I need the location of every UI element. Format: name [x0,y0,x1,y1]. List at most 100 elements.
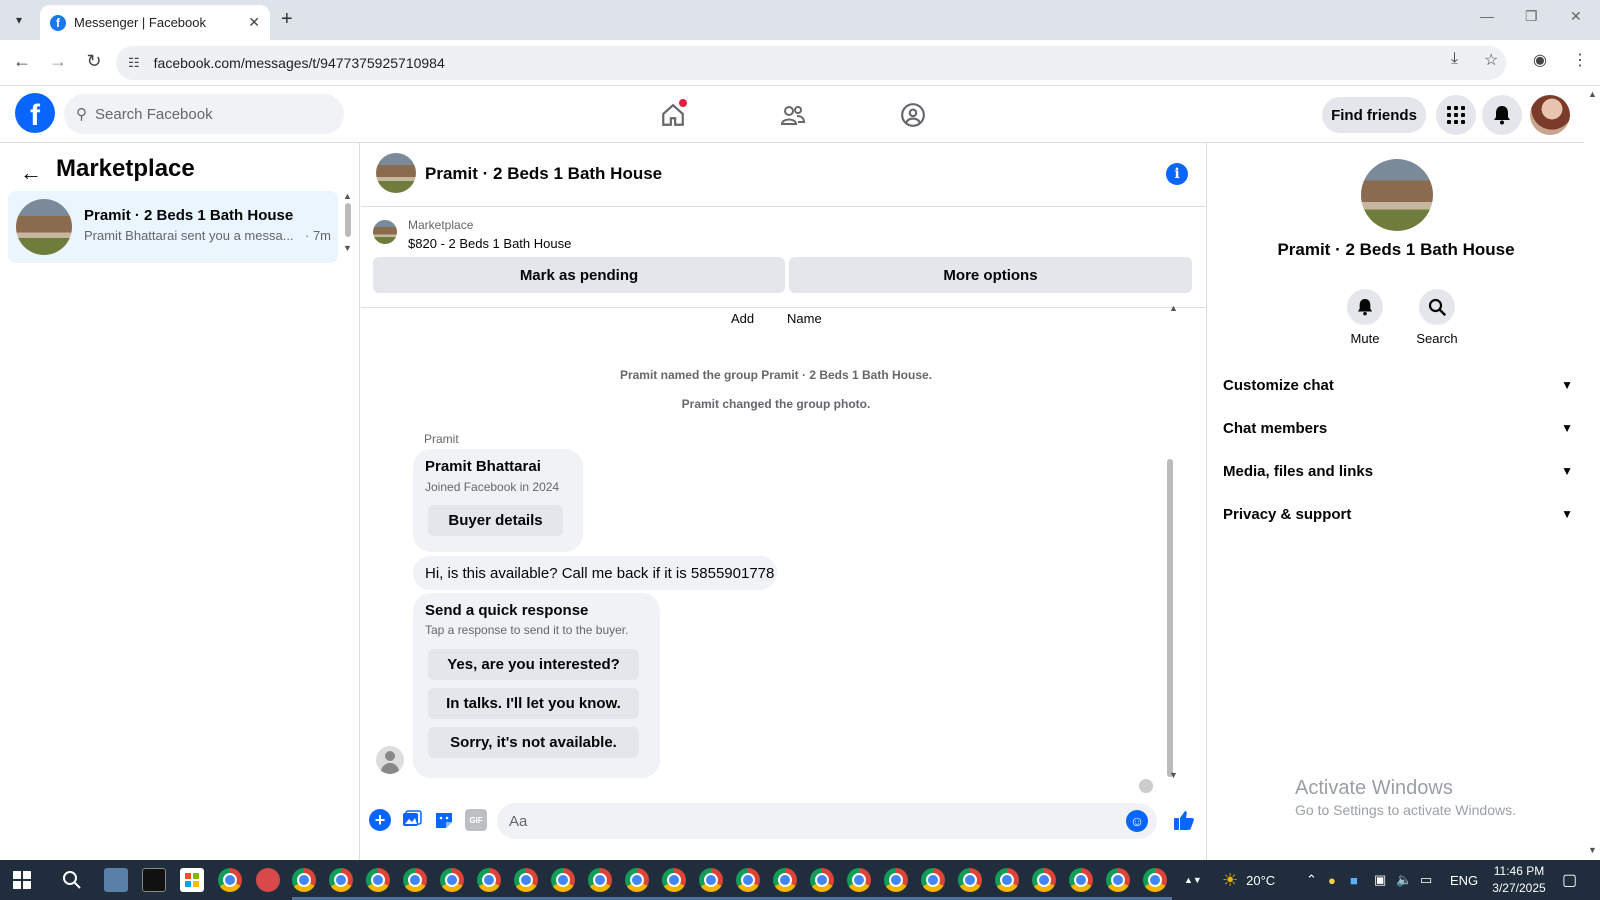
taskbar-clock[interactable]: 11:46 PM 3/27/2025 [1484,863,1554,897]
volume-icon[interactable]: 🔈 [1396,860,1412,900]
thread-scroll-up-icon[interactable]: ▲ [1169,303,1178,313]
language-indicator[interactable]: ENG [1450,860,1478,900]
back-icon[interactable]: ← [10,51,34,72]
url-box[interactable]: ☷ facebook.com/messages/t/94773759257109… [116,46,1506,80]
chat-title[interactable]: Pramit · 2 Beds 1 Bath House [425,164,662,184]
friends-icon[interactable] [775,97,811,133]
message-input[interactable]: Aa [497,803,1157,839]
site-info-icon[interactable]: ☷ [128,55,140,71]
profile-icon[interactable]: ◉ [1533,50,1547,70]
chrome-icon[interactable] [329,868,353,892]
chrome-icon[interactable] [699,868,723,892]
back-arrow-icon[interactable]: ← [20,160,42,186]
media-files-links-section[interactable]: Media, files and links ▼ [1223,451,1573,491]
groups-icon[interactable] [895,97,931,133]
chrome-icon[interactable] [292,868,316,892]
new-tab-icon[interactable]: + [281,8,293,31]
scroll-up-icon[interactable]: ▲ [343,191,352,201]
chrome-icon[interactable] [440,868,464,892]
buyer-details-button[interactable]: Buyer details [428,505,563,536]
forward-icon[interactable]: → [46,51,70,72]
info-icon[interactable]: i [1166,163,1188,185]
chrome-icon[interactable] [1143,868,1167,892]
page-scroll-up-icon[interactable]: ▲ [1588,89,1597,99]
chrome-icon[interactable] [847,868,871,892]
notifications-bell-icon[interactable] [1482,95,1522,135]
app-icon[interactable] [256,868,280,892]
mute-button[interactable]: Mute [1330,289,1400,346]
tray-app-icon[interactable]: ■ [1350,860,1358,900]
thread-scroll-down-icon[interactable]: ▼ [1169,770,1178,780]
listing-title[interactable]: $820 - 2 Beds 1 Bath House [408,236,571,251]
windows-start-icon[interactable] [10,868,34,892]
show-hidden-icons[interactable]: ⌃ [1306,860,1317,900]
chrome-icon[interactable] [477,868,501,892]
browser-tab[interactable]: f Messenger | Facebook ✕ [40,5,270,40]
weather-widget[interactable]: ☀ 20°C [1222,860,1275,900]
store-icon[interactable] [180,868,204,892]
chrome-icon[interactable] [514,868,538,892]
more-options-button[interactable]: More options [789,257,1192,293]
chat-thumbnail[interactable] [376,153,416,193]
reload-icon[interactable]: ↻ [82,51,106,72]
chrome-icon[interactable] [588,868,612,892]
taskbar-search-icon[interactable] [60,868,84,892]
minimize-icon[interactable]: — [1480,8,1494,24]
home-icon[interactable] [655,97,691,133]
thread-scrollbar[interactable] [1167,459,1173,777]
window-close-icon[interactable]: ✕ [1570,8,1582,25]
chrome-icon[interactable] [625,868,649,892]
tray-app-icon[interactable]: ● [1328,860,1336,900]
find-friends-button[interactable]: Find friends [1322,97,1426,133]
chrome-icon[interactable] [810,868,834,892]
sidebar-scrollbar[interactable] [345,203,351,237]
conversation-item[interactable]: Pramit · 2 Beds 1 Bath House Pramit Bhat… [8,191,338,263]
customize-chat-section[interactable]: Customize chat ▼ [1223,365,1573,405]
bookmark-star-icon[interactable]: ☆ [1484,50,1498,70]
page-scroll-down-icon[interactable]: ▼ [1588,845,1597,855]
chrome-icon[interactable] [403,868,427,892]
restore-icon[interactable]: ❐ [1525,8,1538,25]
app-icon[interactable] [104,868,128,892]
chrome-icon[interactable] [884,868,908,892]
chat-members-section[interactable]: Chat members ▼ [1223,408,1573,448]
chat-photo[interactable] [1361,159,1433,231]
chrome-icon[interactable] [1069,868,1093,892]
facebook-search-input[interactable]: ⚲ Search Facebook [64,94,344,134]
install-app-icon[interactable]: ⤓ [1451,50,1458,68]
notification-center-icon[interactable]: ▢ [1562,860,1577,900]
page-scrollbar[interactable]: ▲ ▼ [1584,87,1600,860]
chrome-icon[interactable] [662,868,686,892]
chrome-icon[interactable] [366,868,390,892]
tray-app-icon[interactable]: ▣ [1374,860,1386,900]
quick-response-option[interactable]: Yes, are you interested? [428,649,639,680]
network-icon[interactable]: ▭ [1420,860,1432,900]
chrome-icon[interactable] [995,868,1019,892]
chrome-icon[interactable] [736,868,760,892]
quick-response-option[interactable]: Sorry, it's not available. [428,727,639,758]
chrome-icon[interactable] [1106,868,1130,892]
gif-icon[interactable]: GIF [465,809,487,831]
scroll-down-icon[interactable]: ▼ [343,243,352,253]
privacy-support-section[interactable]: Privacy & support ▼ [1223,494,1573,534]
chrome-icon[interactable] [958,868,982,892]
chrome-icon[interactable] [551,868,575,892]
emoji-icon[interactable]: ☺ [1126,810,1148,832]
quick-response-option[interactable]: In talks. I'll let you know. [428,688,639,719]
chrome-icon[interactable] [218,868,242,892]
listing-thumbnail[interactable] [373,220,397,244]
sender-avatar[interactable] [376,746,404,774]
tab-close-icon[interactable]: ✕ [248,14,260,31]
taskbar-scroll-icon[interactable]: ▲▼ [1184,860,1202,900]
like-thumbs-up-icon[interactable] [1173,809,1195,831]
more-actions-plus-icon[interactable]: + [369,809,391,831]
browser-menu-icon[interactable]: ⋮ [1572,50,1588,70]
sticker-icon[interactable] [433,809,455,831]
menu-grid-icon[interactable] [1436,95,1476,135]
chrome-icon[interactable] [921,868,945,892]
app-icon[interactable] [142,868,166,892]
chrome-icon[interactable] [773,868,797,892]
attach-image-icon[interactable] [401,809,423,831]
account-avatar[interactable] [1530,95,1570,135]
chrome-icon[interactable] [1032,868,1056,892]
